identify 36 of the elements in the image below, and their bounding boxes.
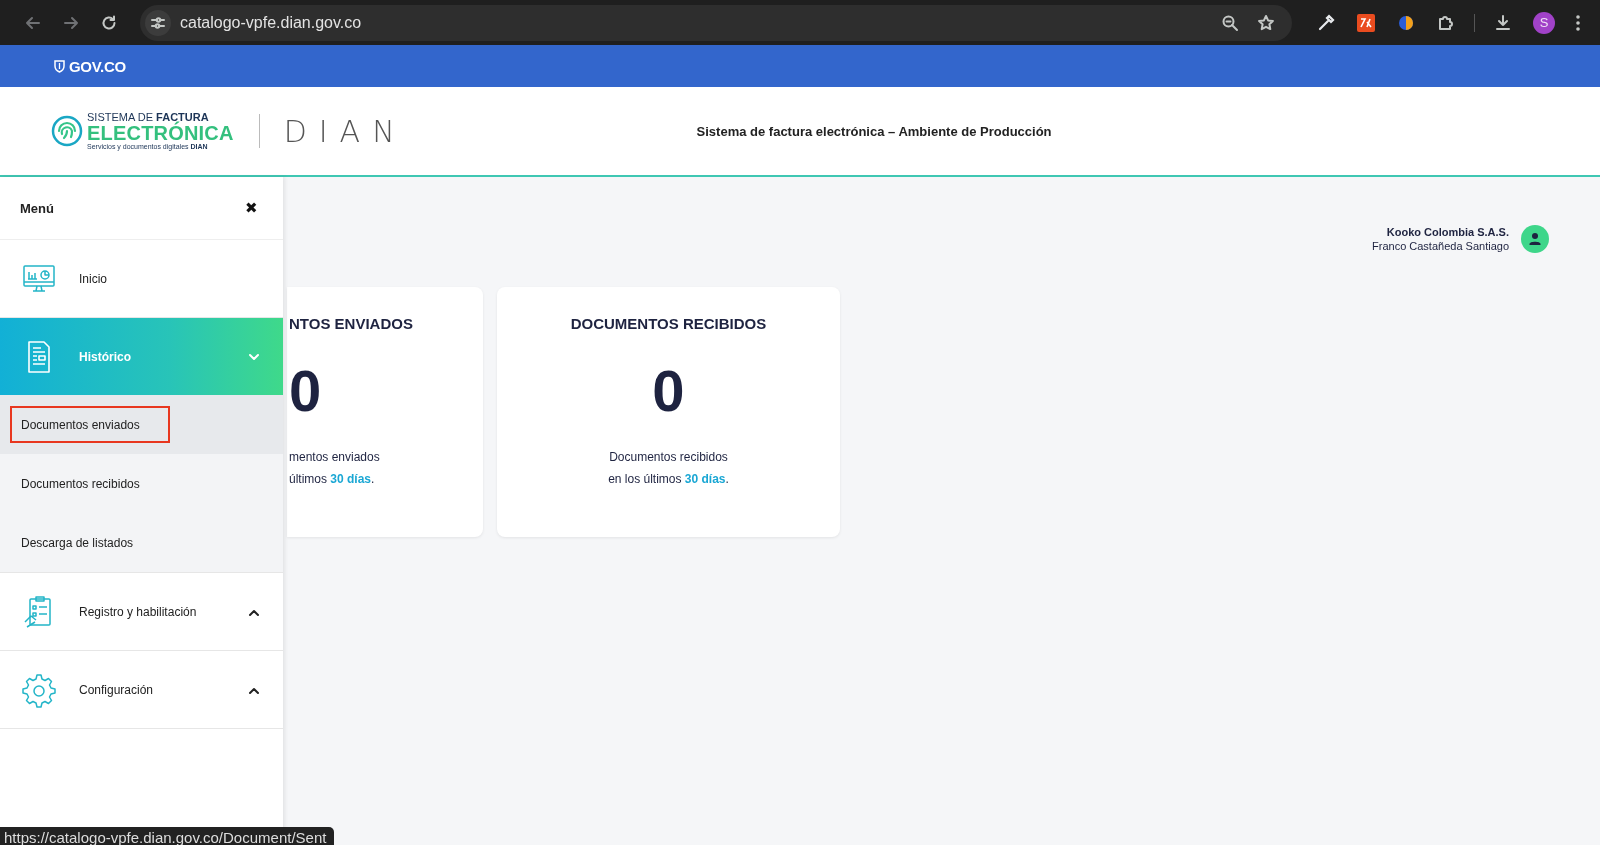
submenu-item[interactable]: Documentos enviados xyxy=(0,395,283,454)
user-avatar-icon[interactable] xyxy=(1521,225,1549,253)
site-info-icon[interactable] xyxy=(145,9,171,36)
card-title: DOCUMENTOS RECIBIDOS xyxy=(570,315,767,332)
document-count: 0 xyxy=(652,362,685,420)
reload-icon[interactable] xyxy=(100,13,118,32)
menu-item[interactable]: Registro y habilitación xyxy=(0,573,283,651)
star-icon[interactable] xyxy=(1257,13,1275,32)
user-name: Franco Castañeda Santiago xyxy=(1372,240,1509,252)
zoom-icon[interactable] xyxy=(1221,13,1239,32)
profile-avatar[interactable]: S xyxy=(1533,11,1555,34)
card-caption: Documentos recibidos xyxy=(609,449,728,466)
eyedropper-icon[interactable] xyxy=(1316,12,1336,33)
card-title: NTOS ENVIADOS xyxy=(289,315,413,332)
card-caption: en los últimos 30 días. xyxy=(608,471,729,488)
fingerprint-icon xyxy=(51,115,83,147)
gear-icon xyxy=(21,671,57,708)
extension-icon[interactable] xyxy=(1356,12,1376,33)
address-bar[interactable]: catalogo-vpfe.dian.gov.co xyxy=(140,4,1292,41)
company-name: Kooko Colombia S.A.S. xyxy=(1386,226,1509,238)
close-button[interactable]: ✖ xyxy=(245,199,258,217)
logo-text: ELECTRÓNICA xyxy=(87,123,234,143)
submenu-item[interactable]: Documentos recibidos xyxy=(0,454,283,513)
page-title: Sistema de factura electrónica – Ambiente de Producción xyxy=(696,123,1052,139)
brand-logo-text: DIAN xyxy=(283,113,407,149)
card-caption: últimos 30 días. xyxy=(289,471,375,488)
menu-item[interactable]: Configuración xyxy=(0,651,283,729)
card-caption: mentos enviados xyxy=(289,449,380,466)
document-count: 0 xyxy=(289,362,322,420)
more-icon[interactable] xyxy=(1575,13,1581,32)
menu-title: Menú xyxy=(20,200,54,216)
shield-icon[interactable] xyxy=(53,59,66,73)
download-icon[interactable] xyxy=(1493,12,1513,33)
gov-logo-text[interactable]: GOV.CO xyxy=(69,57,126,75)
logo-text: SISTEMA DE FACTURA xyxy=(87,112,209,123)
submenu-item[interactable]: Descarga de listados xyxy=(0,513,283,572)
